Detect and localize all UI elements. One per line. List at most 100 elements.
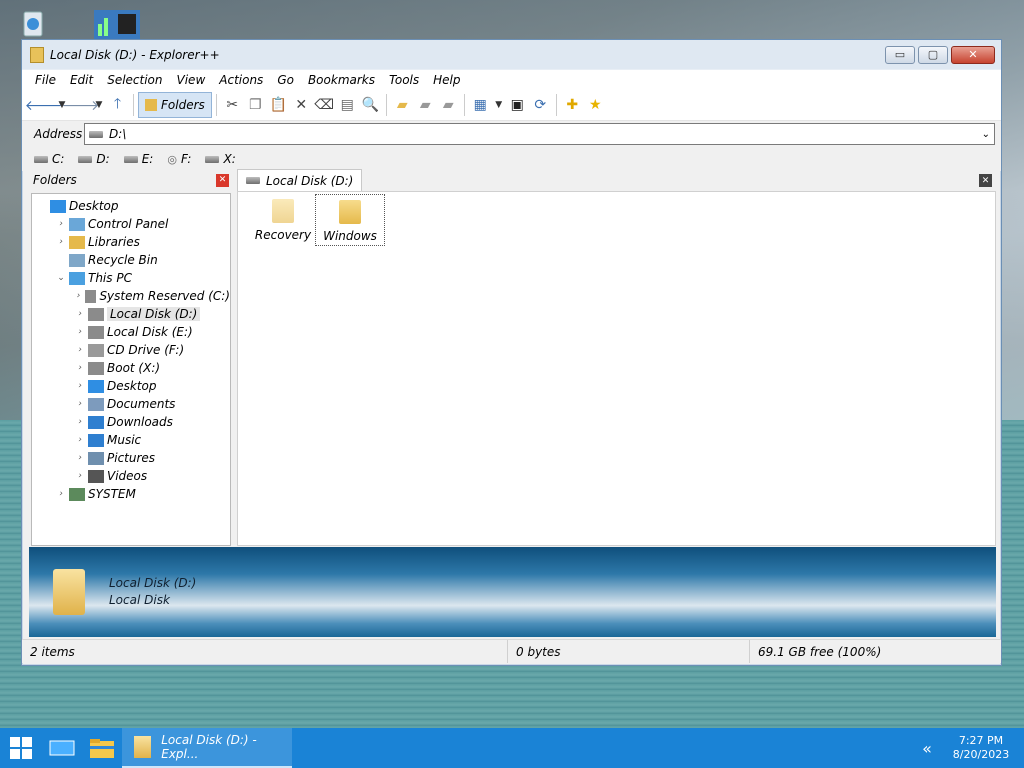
minimize-button[interactable]: ▭ (885, 45, 915, 64)
forward-icon[interactable]: 🡒 (62, 94, 100, 116)
copy-icon[interactable]: ❐ (244, 94, 267, 116)
up-icon[interactable]: 🡑 (106, 94, 129, 116)
back-icon[interactable]: 🡐 (25, 94, 63, 116)
bookmark-add-icon[interactable]: ✚ (561, 94, 584, 116)
tree-item[interactable]: › Videos (32, 467, 230, 485)
tab-local-disk-d[interactable]: Local Disk (D:) (237, 169, 363, 191)
bookmarks-icon[interactable]: ★ (584, 94, 607, 116)
menu-selection[interactable]: Selection (100, 73, 169, 87)
tree-item-label: Recycle Bin (88, 253, 158, 267)
tree-expander-icon[interactable]: › (74, 345, 86, 355)
drive-button-x[interactable]: X: (203, 152, 237, 166)
menu-file[interactable]: File (28, 73, 63, 87)
tree-item[interactable]: › Boot (X:) (32, 359, 230, 377)
close-tab-icon[interactable]: ✕ (979, 174, 992, 187)
tree-expander-icon[interactable]: › (74, 399, 86, 409)
explorer-taskbar-app[interactable]: Local Disk (D:) - Expl... (122, 728, 292, 768)
file-item-recovery[interactable]: Recovery (248, 194, 318, 246)
cut-icon[interactable]: ✂ (221, 94, 244, 116)
clock-time: 7:27 PM (958, 734, 1004, 747)
tree-expander-icon[interactable]: › (74, 327, 86, 337)
views-dropdown-icon[interactable]: ▼ (492, 94, 506, 116)
forward-dropdown-icon[interactable]: ▼ (92, 94, 106, 116)
tree-item-label: CD Drive (F:) (107, 343, 185, 357)
tree-item[interactable]: › Pictures (32, 449, 230, 467)
drive-button-f[interactable]: ◎ F: (165, 152, 193, 166)
info-type: Local Disk (109, 593, 170, 607)
tree-expander-icon[interactable]: › (74, 453, 86, 463)
tree-item[interactable]: ⌄ This PC (32, 269, 230, 287)
tree-item[interactable]: Recycle Bin (32, 251, 230, 269)
drive-icon (123, 155, 138, 163)
tree-expander-icon[interactable]: › (55, 219, 67, 229)
menu-tools[interactable]: Tools (382, 73, 426, 87)
toolbar-separator (133, 94, 134, 116)
search-icon[interactable]: 🔍 (359, 94, 382, 116)
tree-expander-icon[interactable]: › (74, 471, 86, 481)
close-icon[interactable]: ✕ (216, 173, 229, 187)
menu-bookmarks[interactable]: Bookmarks (301, 73, 382, 87)
show-hidden-icons-icon[interactable]: « (912, 739, 942, 758)
folders-pane: Folders ✕ Desktop › Control Panel › Librarie… (29, 169, 233, 546)
tree-item[interactable]: › System Reserved (C:) (32, 287, 230, 305)
tree-expander-icon[interactable]: › (74, 309, 86, 319)
tree-expander-icon[interactable]: › (74, 363, 86, 373)
chevron-down-icon[interactable]: ⌄ (982, 129, 990, 140)
views-icon[interactable]: ▦ (469, 94, 492, 116)
close-button[interactable]: ✕ (951, 45, 995, 64)
menu-edit[interactable]: Edit (63, 73, 100, 87)
folders-toggle-button[interactable]: Folders (138, 92, 212, 118)
address-input[interactable]: D:\ ⌄ (84, 123, 995, 145)
menu-view[interactable]: View (170, 73, 213, 87)
title-bar[interactable]: Local Disk (D:) - Explorer++ ▭ ▢ ✕ (22, 40, 1001, 70)
tree-expander-icon[interactable]: › (74, 435, 86, 445)
toolbar-separator (385, 94, 387, 116)
file-explorer-icon (90, 739, 114, 758)
tree-item[interactable]: › Desktop (32, 377, 230, 395)
task-view-button[interactable] (42, 728, 82, 768)
tree-expander-icon[interactable]: ⌄ (55, 273, 67, 283)
tree-expander-icon[interactable]: › (55, 489, 67, 499)
tree-item[interactable]: › Control Panel (32, 215, 230, 233)
command-prompt-icon[interactable]: ▣ (506, 94, 529, 116)
drive-button-c[interactable]: C: (32, 152, 66, 166)
menu-actions[interactable]: Actions (212, 73, 270, 87)
drive-icon (88, 307, 104, 321)
tree-item[interactable]: › Music (32, 431, 230, 449)
properties-icon[interactable]: ▤ (336, 94, 359, 116)
tree-item[interactable]: › Downloads (32, 413, 230, 431)
drive-button-d[interactable]: D: (76, 152, 111, 166)
tree-item[interactable]: › SYSTEM (32, 485, 230, 503)
file-explorer-taskbar-button[interactable] (82, 728, 122, 768)
tree-expander-icon[interactable]: › (74, 417, 86, 427)
tree-item-label: Music (107, 433, 142, 447)
tree-expander-icon[interactable]: › (74, 381, 86, 391)
tree-item[interactable]: › Libraries (32, 233, 230, 251)
refresh-icon[interactable]: ⟳ (529, 94, 552, 116)
move-to-icon[interactable]: ▰ (437, 94, 460, 116)
tree-item[interactable]: › Local Disk (D:) (32, 305, 230, 323)
paste-icon[interactable]: 📋 (267, 94, 290, 116)
tree-expander-icon[interactable]: › (55, 237, 67, 247)
downloads-icon (88, 415, 104, 429)
maximize-button[interactable]: ▢ (918, 45, 948, 64)
start-button[interactable] (0, 728, 42, 768)
tree-item[interactable]: › CD Drive (F:) (32, 341, 230, 359)
tree-item-label: Control Panel (88, 217, 169, 231)
copy-to-icon[interactable]: ▰ (414, 94, 437, 116)
tree-item[interactable]: › Local Disk (E:) (32, 323, 230, 341)
clock[interactable]: 7:27 PM 8/20/2023 (942, 734, 1020, 762)
tree-expander-icon[interactable]: › (74, 291, 83, 301)
maximize-icon: ▢ (927, 48, 939, 61)
tree-item[interactable]: Desktop (32, 197, 230, 215)
new-folder-icon[interactable]: ▰ (391, 94, 414, 116)
tree-item[interactable]: › Documents (32, 395, 230, 413)
menu-help[interactable]: Help (426, 73, 467, 87)
menu-go[interactable]: Go (270, 73, 301, 87)
delete-permanently-icon[interactable]: ⌫ (313, 94, 336, 116)
delete-icon[interactable]: ✕ (290, 94, 313, 116)
drive-button-e[interactable]: E: (122, 152, 156, 166)
file-item-windows[interactable]: Windows (315, 194, 385, 246)
file-list[interactable]: Recovery Windows (237, 191, 996, 546)
folder-tree[interactable]: Desktop › Control Panel › Libraries Recycle B… (31, 193, 231, 546)
